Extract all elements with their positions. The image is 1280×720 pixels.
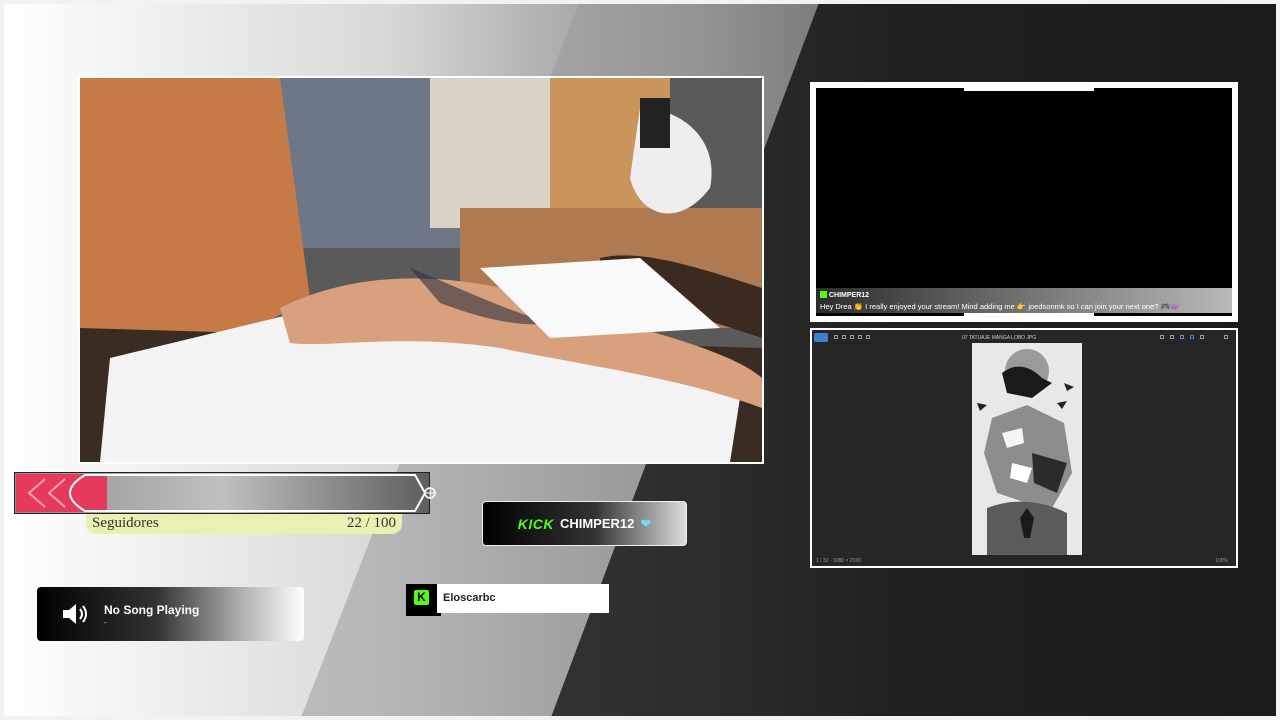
goal-progress-track [14, 472, 430, 514]
viewer-status-bar: 1 / 32 · 1080 × 2160 100% [812, 556, 1236, 566]
follower-accent-bar [406, 613, 441, 616]
chat-message: CHIMPER12 Hey Drea 👏 I really enjoyed yo… [816, 288, 1232, 313]
follower-name: Eloscarbc [437, 584, 609, 613]
chat-panel: CHIMPER12 Hey Drea 👏 I really enjoyed yo… [810, 82, 1238, 322]
effects-icon[interactable] [1180, 335, 1184, 339]
now-playing-widget: No Song Playing - [37, 587, 304, 641]
print-icon[interactable] [1190, 335, 1194, 339]
wolf-tattoo-design [972, 343, 1082, 555]
image-viewer-window: 07 TATUAJE MANGA LOBO JPG 1 / 32 · 1080 … [812, 330, 1236, 566]
goal-label-bar: Seguidores 22 / 100 [86, 514, 402, 534]
chat-area: CHIMPER12 Hey Drea 👏 I really enjoyed yo… [816, 88, 1232, 316]
viewer-filename: 07 TATUAJE MANGA LOBO JPG [962, 335, 1037, 341]
goal-count: 22 / 100 [346, 515, 396, 531]
rotate-icon[interactable] [834, 335, 838, 339]
info-icon[interactable] [866, 335, 870, 339]
heart-icon: ❤ [640, 515, 652, 531]
crop-icon[interactable] [842, 335, 846, 339]
speaker-icon [63, 604, 87, 624]
viewer-zoom-level: 100% [1215, 558, 1228, 564]
kick-badge-icon [820, 291, 827, 298]
chat-message-text: Hey Drea 👏 I really enjoyed your stream!… [820, 302, 1180, 311]
tattoo-camera-image [80, 78, 762, 462]
goal-end-icon [424, 487, 436, 499]
goal-decoration [27, 474, 427, 512]
zoom-icon[interactable] [1160, 335, 1164, 339]
follower-goal-widget [14, 472, 436, 514]
wolf-raven-artwork [972, 343, 1082, 555]
favorite-icon[interactable] [1170, 335, 1174, 339]
chat-username: CHIMPER12 [820, 291, 869, 299]
chat-notch-top [964, 88, 1094, 91]
kick-logo: KICK [517, 515, 554, 532]
viewer-menu-button[interactable] [814, 333, 828, 342]
more-icon[interactable] [1200, 335, 1204, 339]
camera-feed [78, 76, 764, 464]
image-viewer-panel: 07 TATUAJE MANGA LOBO JPG 1 / 32 · 1080 … [810, 328, 1238, 568]
edit-icon[interactable] [850, 335, 854, 339]
song-title: No Song Playing [104, 603, 200, 617]
kick-icon-box: K [406, 584, 437, 615]
chat-notch-bottom [964, 313, 1094, 316]
chat-username-text: CHIMPER12 [829, 292, 870, 299]
latest-follower-widget: K Eloscarbc [406, 584, 609, 616]
share-icon[interactable] [858, 335, 862, 339]
viewer-status-left: 1 / 32 · 1080 × 2160 [816, 558, 861, 564]
kick-icon: K [414, 590, 429, 605]
channel-name: CHIMPER12 [559, 516, 635, 531]
kick-channel-badge: KICK CHIMPER12 ❤ [482, 501, 687, 546]
expand-icon[interactable] [1224, 335, 1228, 339]
goal-label: Seguidores [92, 515, 159, 531]
song-artist: - [104, 618, 107, 627]
